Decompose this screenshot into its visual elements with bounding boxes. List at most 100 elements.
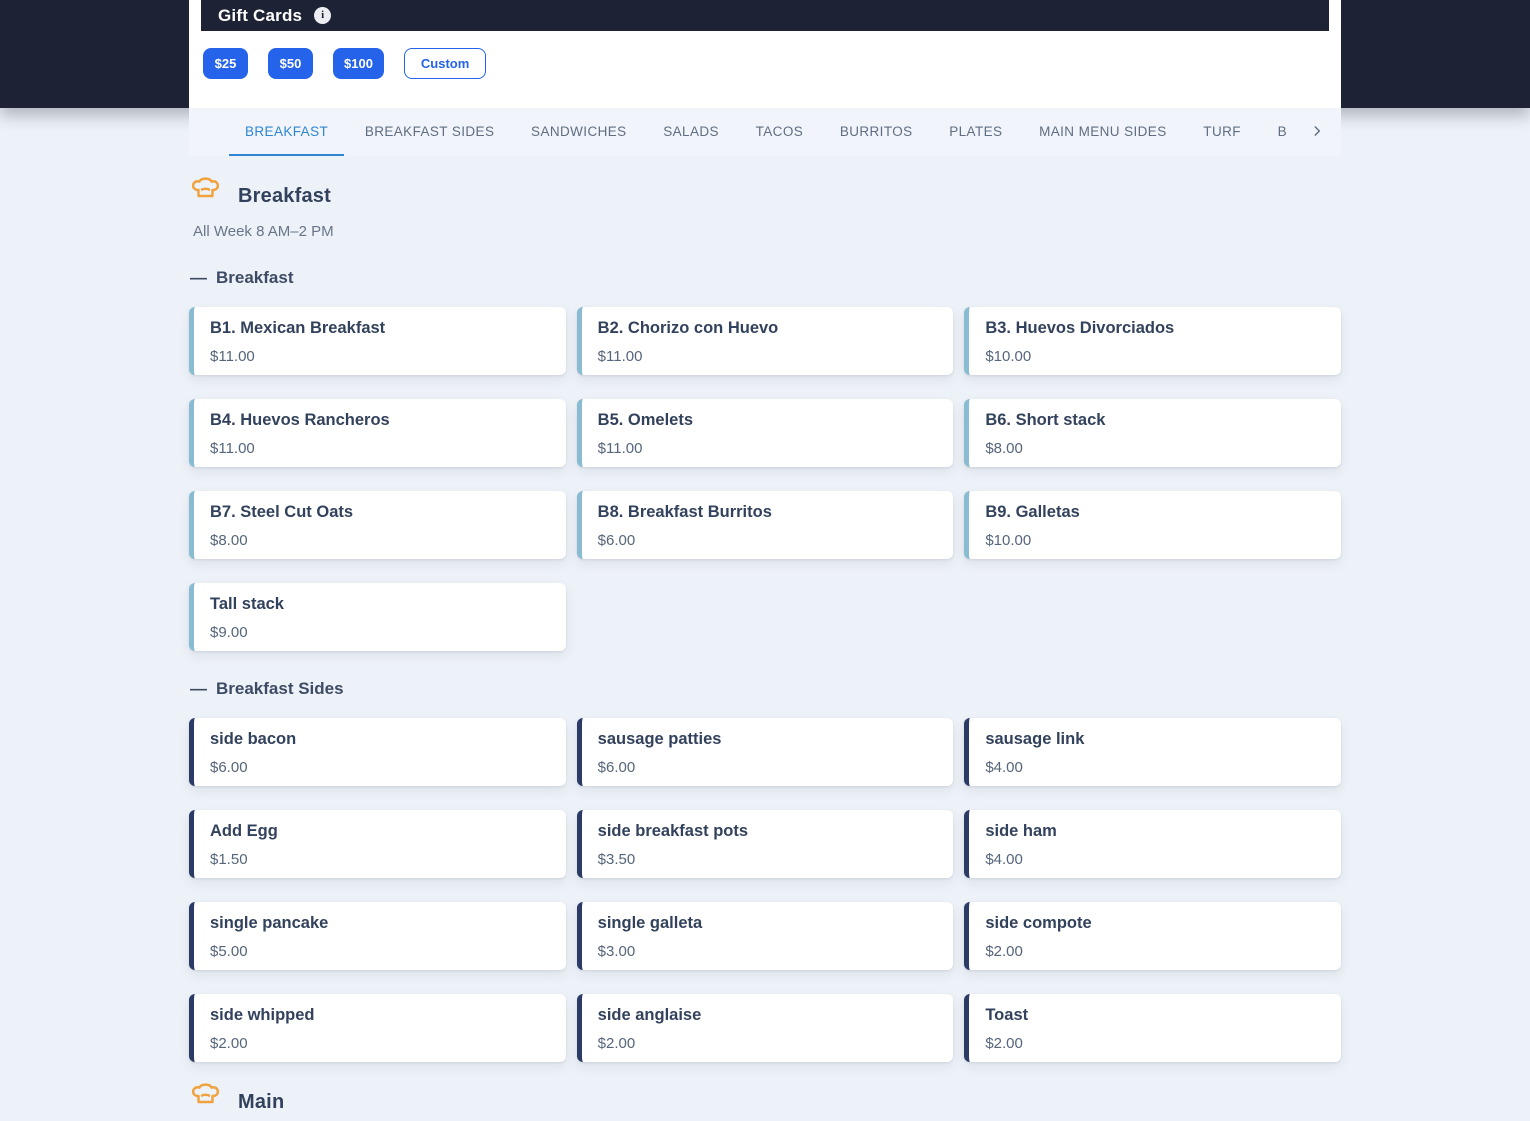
menu-item-price: $9.00 — [210, 623, 248, 641]
menu-item-card[interactable]: side ham $4.00 — [964, 810, 1341, 878]
menu-item-card[interactable]: B2. Chorizo con Huevo $11.00 — [576, 307, 954, 375]
menu-item-card[interactable]: B7. Steel Cut Oats $8.00 — [189, 491, 566, 559]
menu-item-name: B8. Breakfast Burritos — [597, 503, 772, 521]
menu-item-name: side compote — [985, 914, 1092, 932]
menu-item-name: sausage link — [985, 730, 1085, 748]
menu-item-price: $2.00 — [597, 1034, 636, 1052]
menu-item-name: sausage patties — [597, 730, 722, 748]
menu-item-card[interactable]: B4. Huevos Rancheros $11.00 — [189, 399, 566, 467]
tab-turf[interactable]: TURF — [1187, 108, 1257, 156]
menu-item-name: side ham — [985, 822, 1057, 840]
gift-amount-custom-button[interactable]: Custom — [403, 48, 487, 79]
tab-salads[interactable]: SALADS — [647, 108, 735, 156]
menu-item-price: $6.00 — [210, 758, 248, 776]
menu-item-card[interactable]: B6. Short stack $8.00 — [964, 399, 1341, 467]
gift-cards-header: Gift Cards i — [201, 0, 1329, 31]
group-dash-icon: — — [190, 679, 207, 698]
menu-item-price: $4.00 — [985, 850, 1023, 868]
menu-item-grid: side bacon $6.00 sausage patties $6.00 sausa… — [189, 718, 1341, 1062]
menu-item-card[interactable]: side whipped $2.00 — [189, 994, 566, 1062]
menu-item-price: $5.00 — [210, 942, 248, 960]
menu-item-card[interactable]: B8. Breakfast Burritos $6.00 — [576, 491, 954, 559]
gift-amount-button-100[interactable]: $100 — [333, 48, 384, 79]
chef-hat-icon — [189, 1083, 222, 1121]
group-name: Breakfast Sides — [216, 679, 344, 698]
menu-item-price: $1.50 — [210, 850, 248, 868]
menu-item-card[interactable]: side bacon $6.00 — [189, 718, 566, 786]
menu-item-name: B3. Huevos Divorciados — [985, 319, 1175, 337]
chevron-right-icon — [1310, 124, 1324, 141]
menu-item-name: single galleta — [597, 914, 703, 932]
menu-item-name: B2. Chorizo con Huevo — [597, 319, 779, 337]
menu-item-price: $2.00 — [985, 942, 1023, 960]
menu-item-price: $3.50 — [597, 850, 636, 868]
group-dash-icon: — — [190, 268, 207, 287]
menu-item-card[interactable]: B3. Huevos Divorciados $10.00 — [964, 307, 1341, 375]
menu-item-name: Toast — [985, 1006, 1029, 1024]
menu-item-price: $10.00 — [985, 347, 1032, 365]
group-header: — Breakfast — [190, 268, 1341, 288]
menu-item-card[interactable]: single pancake $5.00 — [189, 902, 566, 970]
menu-item-name: Add Egg — [210, 822, 278, 840]
section-subtitle: All Week 8 AM–2 PM — [193, 223, 334, 240]
menu-item-card[interactable]: B5. Omelets $11.00 — [576, 399, 954, 467]
menu-item-price: $6.00 — [597, 531, 636, 549]
menu-item-price: $10.00 — [985, 531, 1032, 549]
tab-burritos[interactable]: BURRITOS — [824, 108, 929, 156]
menu-item-price: $11.00 — [210, 347, 255, 365]
tab-bar-tabs: BREAKFAST BREAKFAST SIDES SANDWICHES SALADS… — [229, 108, 1303, 156]
gift-cards-title: Gift Cards — [218, 5, 303, 25]
menu-item-name: single pancake — [210, 914, 329, 932]
group-header: — Breakfast Sides — [190, 679, 1341, 699]
tab-sandwiches[interactable]: SANDWICHES — [515, 108, 643, 156]
tab-breakfast[interactable]: BREAKFAST — [229, 108, 345, 156]
tab-plates[interactable]: PLATES — [933, 108, 1018, 156]
menu-item-name: B9. Galletas — [985, 503, 1080, 521]
menu-item-name: B7. Steel Cut Oats — [210, 503, 354, 521]
tab-main-menu-sides[interactable]: MAIN MENU SIDES — [1023, 108, 1183, 156]
section-header: Breakfast — [189, 177, 1341, 215]
gift-cards-panel: Gift Cards i $25 $50 $100 Custom — [189, 0, 1341, 108]
menu-item-card[interactable]: B1. Mexican Breakfast $11.00 — [189, 307, 566, 375]
menu-item-card[interactable]: sausage patties $6.00 — [576, 718, 954, 786]
menu-item-card[interactable]: Tall stack $9.00 — [189, 583, 566, 651]
menu-item-price: $6.00 — [597, 758, 636, 776]
menu-item-card[interactable]: single galleta $3.00 — [576, 902, 954, 970]
gift-amounts: $25 $50 $100 Custom — [189, 31, 1341, 79]
menu-item-name: B5. Omelets — [597, 411, 694, 429]
section-header: Main — [189, 1083, 1341, 1121]
gift-amount-button-50[interactable]: $50 — [268, 48, 313, 79]
menu-item-card[interactable]: side breakfast pots $3.50 — [576, 810, 954, 878]
menu-item-price: $11.00 — [210, 439, 255, 457]
gift-amount-button-25[interactable]: $25 — [203, 48, 248, 79]
menu-item-name: B1. Mexican Breakfast — [210, 319, 386, 337]
menu-item-price: $11.00 — [597, 347, 643, 365]
menu-item-price: $11.00 — [597, 439, 643, 457]
menu-item-card[interactable]: B9. Galletas $10.00 — [964, 491, 1341, 559]
menu-item-card[interactable]: Toast $2.00 — [964, 994, 1341, 1062]
info-icon[interactable]: i — [314, 7, 332, 24]
chef-hat-icon — [189, 177, 222, 215]
tabs-scroll-right-button[interactable] — [1303, 118, 1331, 146]
menu-item-card[interactable]: side anglaise $2.00 — [576, 994, 954, 1062]
menu-item-price: $2.00 — [985, 1034, 1023, 1052]
tab-tacos[interactable]: TACOS — [740, 108, 820, 156]
menu-item-name: side bacon — [210, 730, 297, 748]
menu-item-price: $3.00 — [597, 942, 636, 960]
tab-b[interactable]: B — [1262, 108, 1303, 156]
menu-item-card[interactable]: side compote $2.00 — [964, 902, 1341, 970]
section-title: Main — [238, 1090, 285, 1113]
group-name: Breakfast — [216, 268, 294, 287]
menu-item-price: $2.00 — [210, 1034, 248, 1052]
menu-item-price: $8.00 — [985, 439, 1023, 457]
tab-breakfast-sides[interactable]: BREAKFAST SIDES — [349, 108, 511, 156]
menu-item-name: Tall stack — [210, 595, 284, 613]
menu-item-card[interactable]: Add Egg $1.50 — [189, 810, 566, 878]
menu-item-name: side breakfast pots — [597, 822, 749, 840]
menu-item-card[interactable]: sausage link $4.00 — [964, 718, 1341, 786]
menu-item-name: side whipped — [210, 1006, 315, 1024]
menu-item-name: B4. Huevos Rancheros — [210, 411, 390, 429]
menu-item-grid: B1. Mexican Breakfast $11.00 B2. Chorizo c… — [189, 307, 1341, 651]
menu-item-name: side anglaise — [597, 1006, 702, 1024]
menu-item-name: B6. Short stack — [985, 411, 1106, 429]
